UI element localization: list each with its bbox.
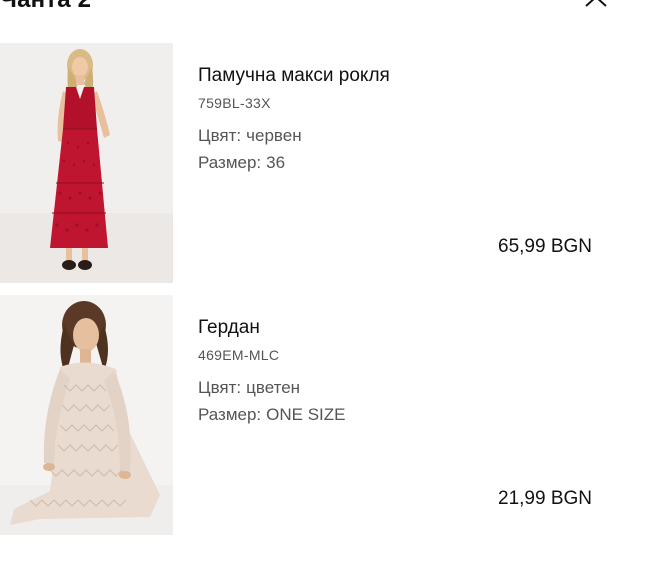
product-color: Цвят: цветен — [198, 378, 300, 398]
product-name[interactable]: Памучна макси рокля — [198, 65, 390, 87]
size-label: Размер: — [198, 405, 262, 424]
cart-item: Памучна макси рокля 759BL-33X Цвят: черве… — [0, 43, 640, 283]
color-label: Цвят: — [198, 126, 242, 145]
cart-item: Гердан 469EM-MLC Цвят: цветен Размер: ONE … — [0, 295, 640, 535]
color-value: цветен — [246, 378, 301, 397]
cart-panel: Чанта 2 — [0, 0, 658, 566]
size-value: 36 — [266, 153, 286, 172]
product-image-red-maxi-dress[interactable] — [0, 43, 173, 283]
product-color: Цвят: червен — [198, 126, 302, 146]
product-size: Размер: ONE SIZE — [198, 405, 346, 425]
product-size: Размер: 36 — [198, 153, 285, 173]
product-name[interactable]: Гердан — [198, 317, 260, 339]
product-price: 65,99 BGN — [498, 236, 592, 257]
close-icon — [585, 0, 607, 7]
cart-title: Чанта 2 — [0, 0, 200, 14]
product-sku: 759BL-33X — [198, 95, 271, 111]
size-label: Размер: — [198, 153, 262, 172]
color-label: Цвят: — [198, 378, 242, 397]
color-value: червен — [246, 126, 302, 145]
product-sku: 469EM-MLC — [198, 347, 280, 363]
product-image-crochet-dress[interactable] — [0, 295, 173, 535]
product-price: 21,99 BGN — [498, 488, 592, 509]
close-button[interactable] — [584, 0, 610, 10]
size-value: ONE SIZE — [266, 405, 346, 424]
